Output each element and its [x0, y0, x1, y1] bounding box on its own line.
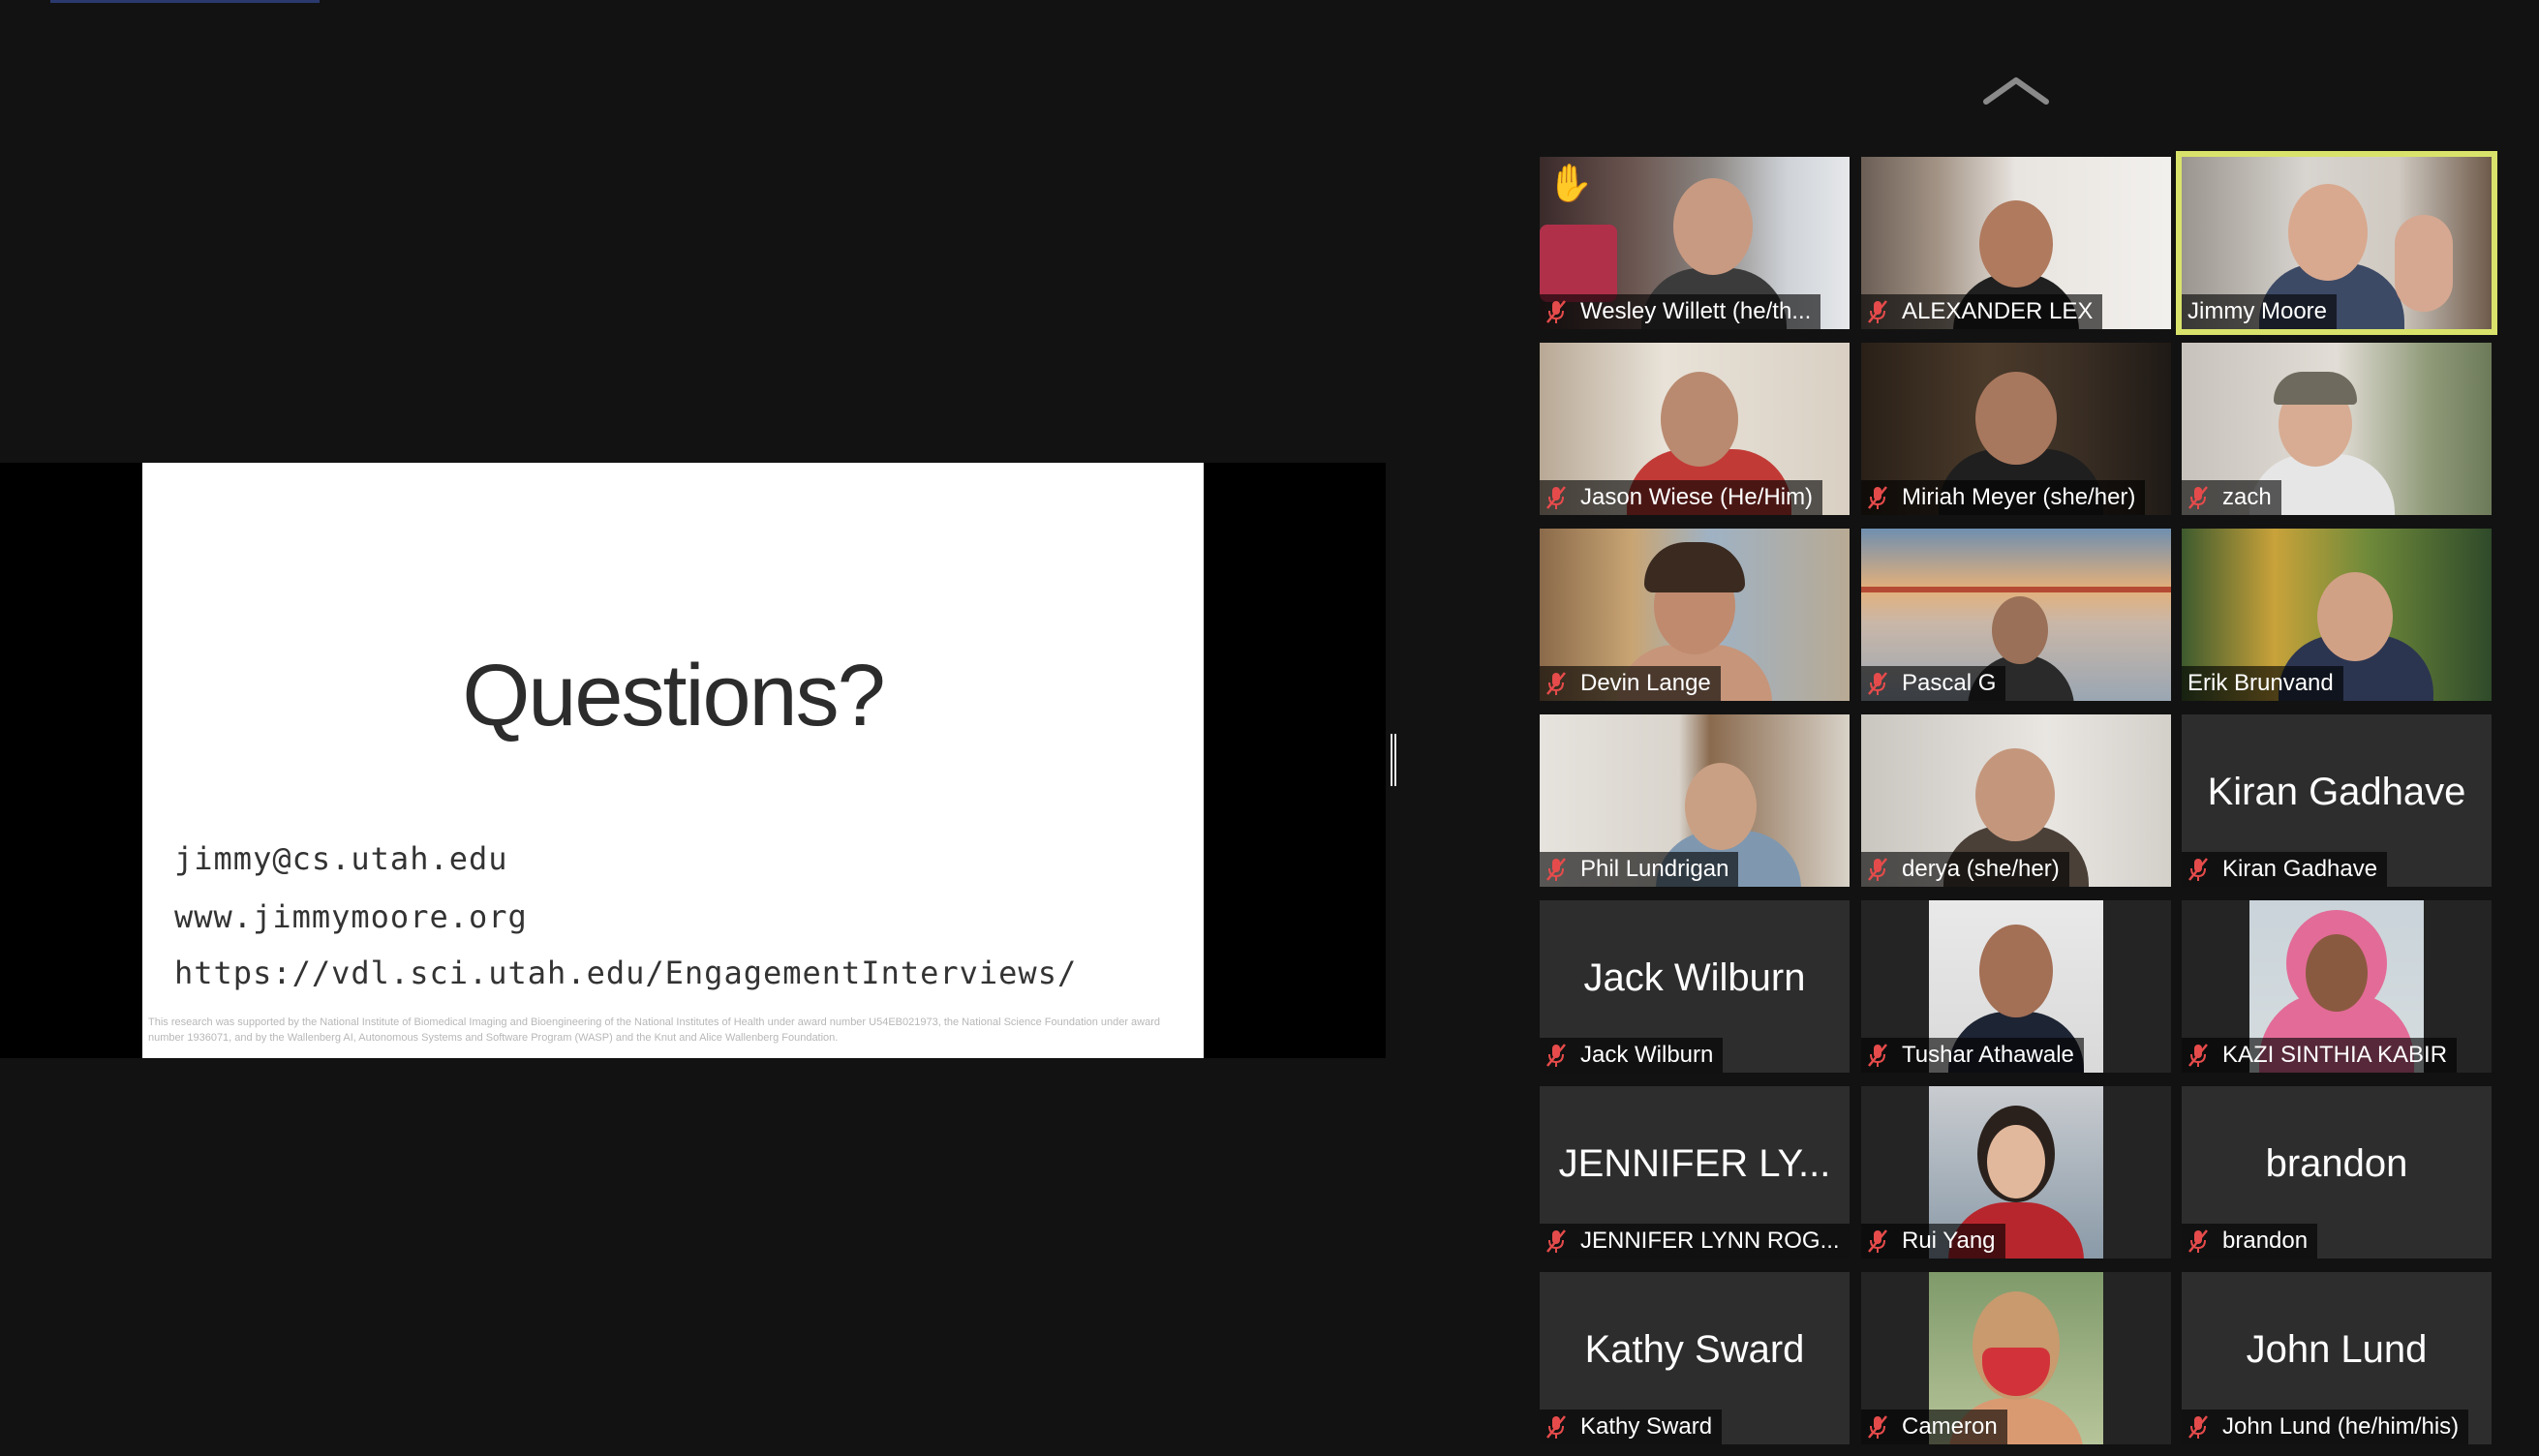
participant-tile[interactable]: Phil Lundrigan: [1540, 714, 1850, 887]
participant-name-label: derya (she/her): [1861, 852, 2069, 887]
muted-mic-icon: [2188, 1415, 2208, 1439]
participant-tile[interactable]: JENNIFER LY... JENNIFER LYNN ROG...: [1540, 1086, 1850, 1259]
slide-email: jimmy@cs.utah.edu: [174, 840, 508, 877]
muted-mic-icon: [1868, 858, 1887, 881]
participant-name-label: Jimmy Moore: [2182, 294, 2338, 329]
participant-name-label: JENNIFER LYNN ROG...: [1540, 1224, 1850, 1259]
muted-mic-icon: [2188, 858, 2208, 881]
participant-name-label: Pascal G: [1861, 666, 2006, 701]
participant-tile[interactable]: Cameron: [1861, 1272, 2171, 1444]
participant-tile[interactable]: John Lund John Lund (he/him/his): [2182, 1272, 2492, 1444]
muted-mic-icon: [1868, 1044, 1887, 1067]
participant-name-label: KAZI SINTHIA KABIR: [2182, 1038, 2458, 1073]
muted-mic-icon: [1546, 858, 1566, 881]
participant-display-name: John Lund: [2246, 1328, 2428, 1371]
participant-name-label: Wesley Willett (he/th...: [1540, 294, 1821, 329]
participant-tile[interactable]: derya (she/her): [1861, 714, 2171, 887]
participant-name-label: Kathy Sward: [1540, 1410, 1723, 1444]
muted-mic-icon: [2188, 486, 2208, 509]
muted-mic-icon: [1868, 486, 1887, 509]
shared-screen: Questions? jimmy@cs.utah.edu www.jimmymo…: [0, 463, 1386, 1058]
participant-tile[interactable]: zach: [2182, 343, 2492, 515]
participant-tile[interactable]: Kathy Sward Kathy Sward: [1540, 1272, 1850, 1444]
participant-tile[interactable]: Rui Yang: [1861, 1086, 2171, 1259]
muted-mic-icon: [2188, 1044, 2208, 1067]
window-top-accent: [50, 0, 320, 3]
participant-name-label: Tushar Athawale: [1861, 1038, 2084, 1073]
muted-mic-icon: [1546, 486, 1566, 509]
muted-mic-icon: [1868, 300, 1887, 323]
slide-website: www.jimmymoore.org: [174, 898, 528, 935]
participant-tile-active-speaker[interactable]: Jimmy Moore: [2176, 151, 2497, 335]
participant-tile[interactable]: brandon brandon: [2182, 1086, 2492, 1259]
presentation-slide: Questions? jimmy@cs.utah.edu www.jimmymo…: [142, 463, 1204, 1058]
muted-mic-icon: [1546, 1415, 1566, 1439]
participant-tile[interactable]: Pascal G: [1861, 529, 2171, 701]
muted-mic-icon: [1546, 1044, 1566, 1067]
participant-name-label: zach: [2182, 480, 2281, 515]
participant-name-label: Kiran Gadhave: [2182, 852, 2388, 887]
panel-splitter-handle[interactable]: [1391, 734, 1396, 786]
participant-name-label: Phil Lundrigan: [1540, 852, 1739, 887]
muted-mic-icon: [2188, 1229, 2208, 1253]
slide-url: https://vdl.sci.utah.edu/EngagementInter…: [174, 955, 1078, 991]
participant-display-name: Jack Wilburn: [1583, 956, 1806, 999]
participant-name-label: Rui Yang: [1861, 1224, 2005, 1259]
muted-mic-icon: [1868, 1229, 1887, 1253]
slide-title: Questions?: [462, 648, 885, 744]
participant-tile[interactable]: Miriah Meyer (she/her): [1861, 343, 2171, 515]
participant-name-label: Jack Wilburn: [1540, 1038, 1724, 1073]
participant-tile[interactable]: ✋ Wesley Willett (he/th...: [1540, 157, 1850, 329]
chevron-up-icon[interactable]: [1982, 73, 2050, 111]
participant-tile[interactable]: Devin Lange: [1540, 529, 1850, 701]
participant-tile[interactable]: Jack Wilburn Jack Wilburn: [1540, 900, 1850, 1073]
muted-mic-icon: [1868, 1415, 1887, 1439]
participant-name-label: Miriah Meyer (she/her): [1861, 480, 2146, 515]
participant-display-name: brandon: [2265, 1142, 2408, 1185]
participant-display-name: Kathy Sward: [1584, 1328, 1805, 1371]
muted-mic-icon: [1868, 672, 1887, 695]
participant-name-label: Jason Wiese (He/Him): [1540, 480, 1823, 515]
participant-tile[interactable]: Erik Brunvand: [2182, 529, 2492, 701]
muted-mic-icon: [1546, 1229, 1566, 1253]
participant-name-label: Erik Brunvand: [2182, 666, 2343, 701]
participant-tile[interactable]: Jason Wiese (He/Him): [1540, 343, 1850, 515]
participant-tile[interactable]: ALEXANDER LEX: [1861, 157, 2171, 329]
participant-tile[interactable]: KAZI SINTHIA KABIR: [2182, 900, 2492, 1073]
participant-display-name: JENNIFER LY...: [1558, 1142, 1831, 1185]
participant-name-label: brandon: [2182, 1224, 2318, 1259]
participant-name-label: Devin Lange: [1540, 666, 1721, 701]
muted-mic-icon: [1546, 672, 1566, 695]
slide-footer: This research was supported by the Natio…: [148, 1016, 1161, 1044]
muted-mic-icon: [1546, 300, 1566, 323]
participant-name-label: John Lund (he/him/his): [2182, 1410, 2469, 1444]
participant-tile[interactable]: Tushar Athawale: [1861, 900, 2171, 1073]
participant-name-label: Cameron: [1861, 1410, 2007, 1444]
participant-display-name: Kiran Gadhave: [2207, 771, 2466, 813]
participant-name-label: ALEXANDER LEX: [1861, 294, 2103, 329]
raised-hand-icon: ✋: [1547, 164, 1594, 204]
participant-tile[interactable]: Kiran Gadhave Kiran Gadhave: [2182, 714, 2492, 887]
